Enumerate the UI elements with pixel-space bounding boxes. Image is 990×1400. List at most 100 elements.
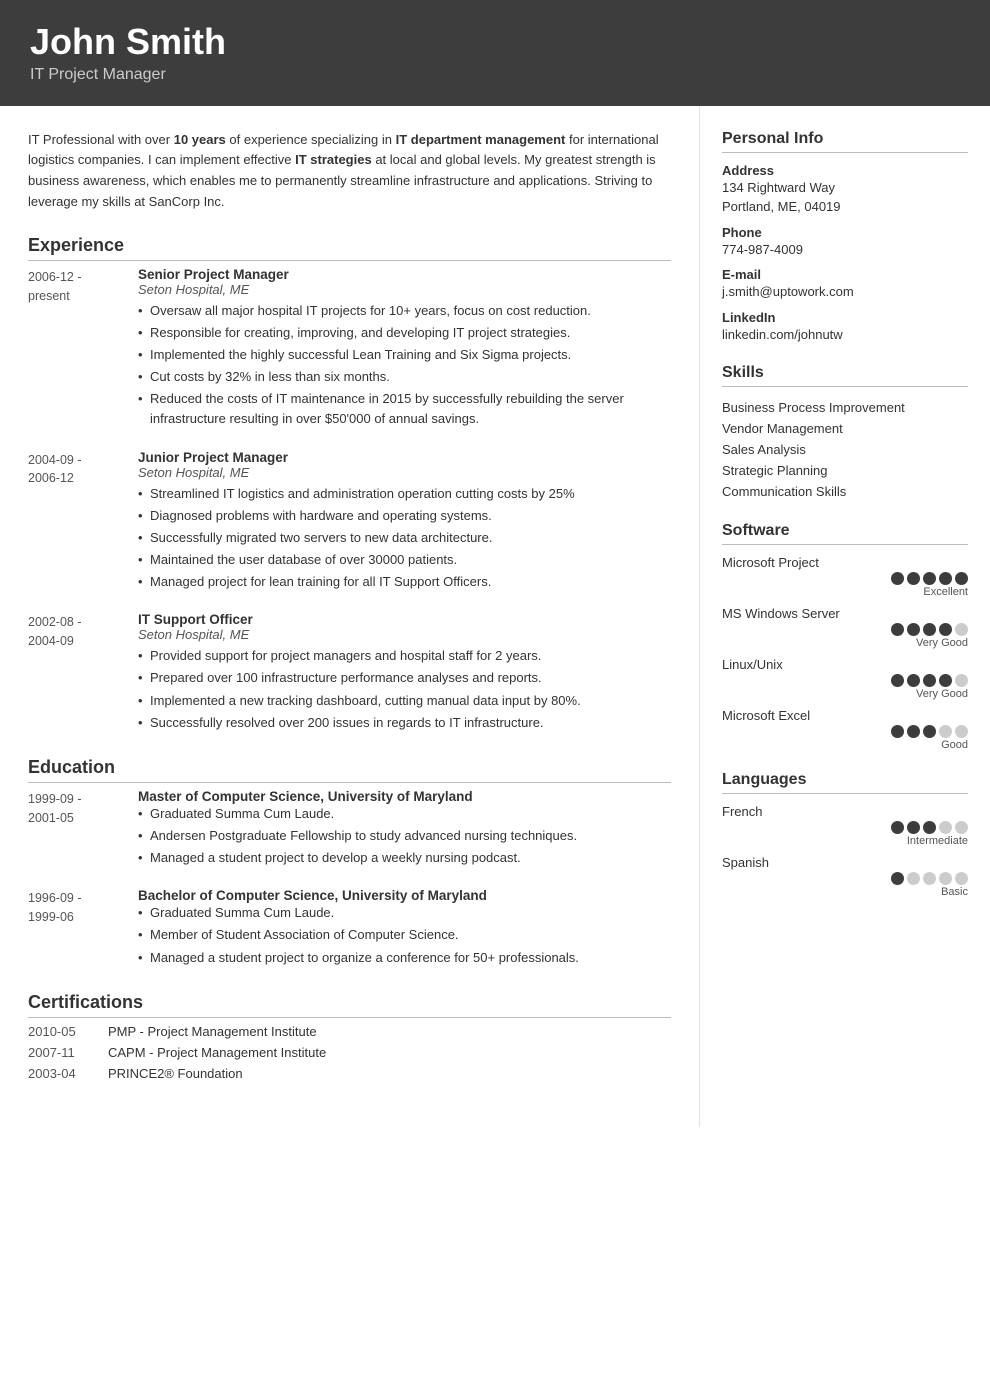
experience-entries: 2006-12 -present Senior Project Manager …	[28, 267, 671, 735]
software-name: Linux/Unix	[722, 657, 968, 672]
certifications-section: Certifications 2010-05 PMP - Project Man…	[28, 992, 671, 1081]
dot	[907, 623, 920, 636]
entry-bullets: Provided support for project managers an…	[138, 646, 671, 733]
bullet: Responsible for creating, improving, and…	[138, 323, 671, 343]
entry-content: Bachelor of Computer Science, University…	[138, 888, 671, 969]
email-value: j.smith@uptowork.com	[722, 282, 968, 302]
bullet: Diagnosed problems with hardware and ope…	[138, 506, 671, 526]
entry-subtitle: Seton Hospital, ME	[138, 282, 671, 297]
entry-bullets: Graduated Summa Cum Laude.Andersen Postg…	[138, 804, 671, 868]
bullet: Graduated Summa Cum Laude.	[138, 804, 671, 824]
dots-row	[722, 572, 968, 585]
entry-date: 2004-09 -2006-12	[28, 450, 138, 595]
dot	[891, 674, 904, 687]
entry-title: Junior Project Manager	[138, 450, 671, 465]
language-entry-1: Spanish Basic	[722, 855, 968, 898]
entry-date: 2006-12 -present	[28, 267, 138, 432]
software-name: Microsoft Excel	[722, 708, 968, 723]
software-items: Microsoft Project Excellent MS Windows S…	[722, 555, 968, 751]
bullet: Reduced the costs of IT maintenance in 2…	[138, 389, 671, 429]
skill-item-0: Business Process Improvement	[722, 397, 968, 418]
experience-entry-1: 2004-09 -2006-12 Junior Project Manager …	[28, 450, 671, 595]
bullet: Andersen Postgraduate Fellowship to stud…	[138, 826, 671, 846]
software-title: Software	[722, 522, 968, 545]
dots-row	[722, 674, 968, 687]
experience-section: Experience 2006-12 -present Senior Proje…	[28, 235, 671, 735]
dot	[955, 674, 968, 687]
dot	[923, 674, 936, 687]
dot	[907, 572, 920, 585]
entry-title: Master of Computer Science, University o…	[138, 789, 671, 804]
skills-title: Skills	[722, 364, 968, 387]
entry-date: 1999-09 -2001-05	[28, 789, 138, 870]
dot	[939, 821, 952, 834]
cert-row-0: 2010-05 PMP - Project Management Institu…	[28, 1024, 671, 1039]
certifications-section-title: Certifications	[28, 992, 671, 1018]
education-section: Education 1999-09 -2001-05 Master of Com…	[28, 757, 671, 970]
cert-date: 2007-11	[28, 1045, 108, 1060]
dots-row	[722, 821, 968, 834]
header-name: John Smith	[30, 22, 960, 62]
cert-name: PRINCE2® Foundation	[108, 1066, 671, 1081]
bullet: Prepared over 100 infrastructure perform…	[138, 668, 671, 688]
experience-entry-2: 2002-08 -2004-09 IT Support Officer Seto…	[28, 612, 671, 735]
dots-row	[722, 872, 968, 885]
dot-label: Very Good	[722, 637, 968, 649]
entry-bullets: Graduated Summa Cum Laude.Member of Stud…	[138, 903, 671, 967]
education-entry-0: 1999-09 -2001-05 Master of Computer Scie…	[28, 789, 671, 870]
dot-label: Very Good	[722, 688, 968, 700]
dot-label: Good	[722, 739, 968, 751]
linkedin-label: LinkedIn	[722, 310, 968, 325]
dot	[891, 821, 904, 834]
skill-item-2: Sales Analysis	[722, 439, 968, 460]
dot	[923, 623, 936, 636]
address-label: Address	[722, 163, 968, 178]
lang-name: French	[722, 804, 968, 819]
dot	[907, 674, 920, 687]
education-section-title: Education	[28, 757, 671, 783]
dot	[939, 572, 952, 585]
phone-label: Phone	[722, 225, 968, 240]
personal-info-title: Personal Info	[722, 130, 968, 153]
language-entry-0: French Intermediate	[722, 804, 968, 847]
cert-row-2: 2003-04 PRINCE2® Foundation	[28, 1066, 671, 1081]
experience-entry-0: 2006-12 -present Senior Project Manager …	[28, 267, 671, 432]
dot-label: Intermediate	[722, 835, 968, 847]
skills-section: Skills Business Process ImprovementVendo…	[722, 364, 968, 502]
cert-name: CAPM - Project Management Institute	[108, 1045, 671, 1060]
entry-title: Bachelor of Computer Science, University…	[138, 888, 671, 903]
summary-section: IT Professional with over 10 years of ex…	[28, 130, 671, 213]
software-entry-0: Microsoft Project Excellent	[722, 555, 968, 598]
dot	[923, 821, 936, 834]
header-title: IT Project Manager	[30, 66, 960, 84]
dot-label: Basic	[722, 886, 968, 898]
body-wrapper: IT Professional with over 10 years of ex…	[0, 106, 990, 1127]
entry-date: 2002-08 -2004-09	[28, 612, 138, 735]
entry-content: Master of Computer Science, University o…	[138, 789, 671, 870]
software-entry-1: MS Windows Server Very Good	[722, 606, 968, 649]
bullet: Successfully resolved over 200 issues in…	[138, 713, 671, 733]
dot	[955, 623, 968, 636]
dot	[955, 821, 968, 834]
dot	[939, 623, 952, 636]
entry-date: 1996-09 -1999-06	[28, 888, 138, 969]
dot	[955, 872, 968, 885]
cert-date: 2010-05	[28, 1024, 108, 1039]
dot	[955, 725, 968, 738]
dot	[955, 572, 968, 585]
bullet: Managed a student project to develop a w…	[138, 848, 671, 868]
cert-name: PMP - Project Management Institute	[108, 1024, 671, 1039]
software-section: Software Microsoft Project Excellent MS …	[722, 522, 968, 751]
bullet: Graduated Summa Cum Laude.	[138, 903, 671, 923]
dot	[907, 872, 920, 885]
software-entry-2: Linux/Unix Very Good	[722, 657, 968, 700]
dot	[923, 872, 936, 885]
dot	[891, 623, 904, 636]
language-items: French Intermediate Spanish Basic	[722, 804, 968, 898]
software-name: MS Windows Server	[722, 606, 968, 621]
dot	[939, 674, 952, 687]
experience-section-title: Experience	[28, 235, 671, 261]
entry-title: IT Support Officer	[138, 612, 671, 627]
dots-row	[722, 725, 968, 738]
skill-item-3: Strategic Planning	[722, 460, 968, 481]
